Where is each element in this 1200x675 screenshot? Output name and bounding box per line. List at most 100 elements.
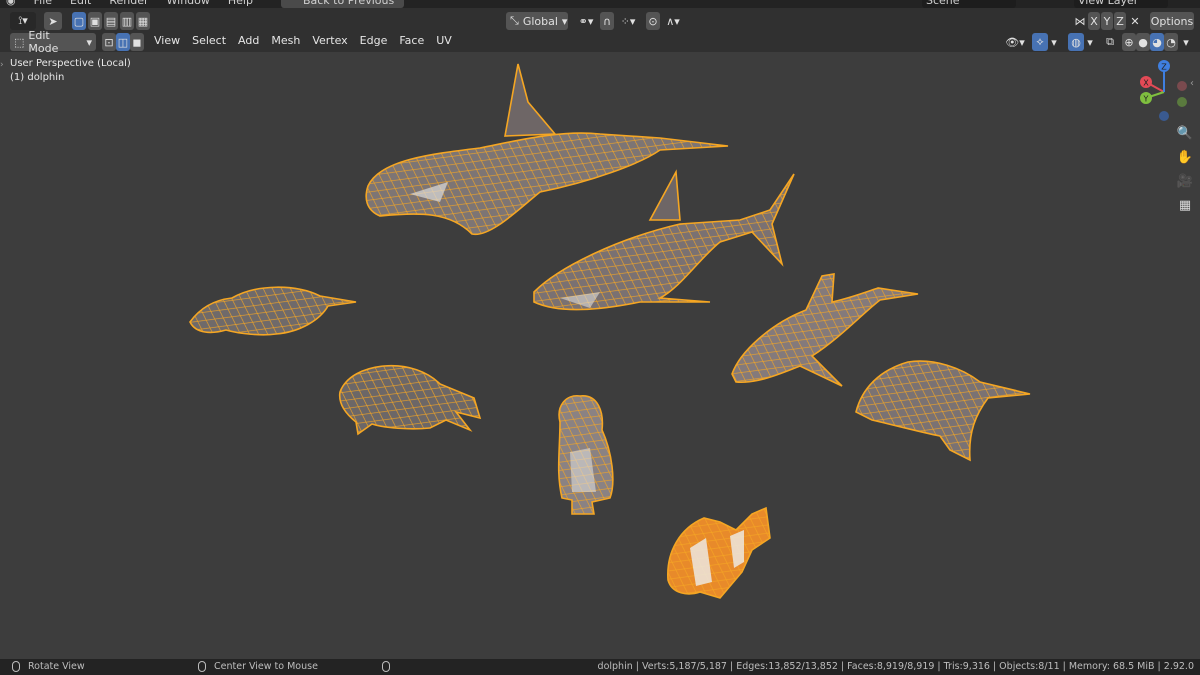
chevron-down-icon: ▾ [86, 35, 92, 49]
select-intersect-icon: ▦ [137, 14, 149, 28]
overlay-dropdown[interactable]: ▾ [1084, 33, 1096, 51]
falloff-dropdown[interactable]: ∧▾ [662, 12, 684, 30]
menu-edge[interactable]: Edge [360, 34, 388, 48]
select-extend-button[interactable]: ▣ [88, 12, 102, 30]
edit-mode-icon: ⬚ [14, 35, 25, 49]
vertex-select-mode[interactable]: ⊡ [102, 33, 116, 51]
mouse-middle-icon [198, 661, 206, 672]
view-layer-field[interactable]: View Layer [1074, 0, 1168, 8]
menu-window[interactable]: Window [167, 0, 210, 8]
mode-dropdown[interactable]: ⬚ Edit Mode ▾ [10, 29, 96, 55]
face-mode-icon: ◼ [132, 35, 142, 49]
scene-meshes [189, 63, 1031, 599]
select-subtract-icon: ▤ [105, 14, 117, 28]
mirror-options-button[interactable]: ⋈ [1072, 12, 1088, 30]
falloff-curve-icon: ∧▾ [666, 14, 680, 28]
vertex-mode-icon: ⊡ [104, 35, 114, 49]
mesh-tools-button[interactable]: ✕ [1128, 12, 1142, 30]
select-new-button[interactable]: ▢ [72, 12, 86, 30]
axis-z-label: Z [1161, 63, 1167, 72]
grid-icon: ▦ [1178, 197, 1192, 213]
mouse-left-icon [12, 661, 20, 672]
menu-mesh[interactable]: Mesh [271, 34, 300, 48]
pivot-point-dropdown[interactable]: ⚭▾ [574, 12, 598, 30]
navigation-gizmo[interactable]: X Y Z [1136, 58, 1196, 128]
select-subtract-button[interactable]: ▤ [104, 12, 118, 30]
pan-tool[interactable]: ✋ [1174, 146, 1196, 168]
chevron-down-icon: ▾ [1087, 35, 1093, 49]
seal-mesh[interactable] [855, 360, 1031, 462]
rendered-sphere-icon: ◔ [1166, 35, 1176, 49]
shading-rendered[interactable]: ◔ [1164, 33, 1178, 51]
snap-toggle[interactable]: ∩ [600, 12, 614, 30]
penguin-mesh[interactable] [557, 395, 614, 515]
mirror-y-toggle[interactable]: Y [1101, 12, 1113, 30]
transform-orientation-dropdown[interactable]: ⤡ Global ▾ [506, 12, 568, 30]
overlay-toggle[interactable]: ◍ [1068, 33, 1084, 51]
xray-icon: ⧉ [1106, 35, 1114, 48]
edge-mode-icon: ◫ [117, 35, 129, 49]
editor-type-button[interactable]: ⟟▾ [10, 12, 36, 30]
select-intersect-button[interactable]: ▦ [136, 12, 150, 30]
mirror-z-toggle[interactable]: Z [1114, 12, 1126, 30]
wrench-icon: ✕ [1130, 14, 1140, 28]
gizmo-dropdown[interactable]: ▾ [1048, 33, 1060, 51]
face-select-mode[interactable]: ◼ [130, 33, 144, 51]
select-tool-button[interactable]: ➤ [44, 12, 62, 30]
visibility-dropdown[interactable]: 👁▾ [1002, 33, 1028, 51]
menu-help[interactable]: Help [228, 0, 253, 8]
axis-editor-icon: ⟟▾ [18, 14, 28, 27]
orientation-value: Global [522, 14, 558, 28]
menu-view[interactable]: View [154, 34, 180, 48]
rotate-hint-text: Rotate View [28, 661, 85, 672]
shading-wireframe[interactable]: ⊕ [1122, 33, 1136, 51]
menu-add[interactable]: Add [238, 34, 259, 48]
gizmo-toggle[interactable]: ⟡ [1032, 33, 1048, 51]
chevron-down-icon: ▾ [1183, 35, 1189, 49]
xray-toggle[interactable]: ⧉ [1102, 33, 1118, 51]
edge-select-mode[interactable]: ◫ [116, 33, 130, 51]
back-to-previous-button[interactable]: Back to Previous [280, 0, 405, 8]
menu-uv[interactable]: UV [436, 34, 452, 48]
center-hint-text: Center View to Mouse [214, 661, 318, 672]
pivot-icon: ⚭▾ [578, 14, 594, 28]
menu-edit[interactable]: Edit [70, 0, 91, 8]
scene-field[interactable]: Scene [922, 0, 1016, 8]
select-invert-button[interactable]: ▥ [120, 12, 134, 30]
proportional-edit-toggle[interactable]: ⊙ [646, 12, 660, 30]
clownfish-mesh[interactable] [667, 506, 771, 599]
overlay-icon: ◍ [1071, 35, 1081, 49]
axis-neg-z-handle [1159, 111, 1169, 121]
options-dropdown[interactable]: Options [1150, 12, 1194, 30]
turtle-mesh[interactable] [189, 286, 357, 336]
menu-select[interactable]: Select [192, 34, 226, 48]
chevron-down-icon: ▾ [561, 14, 568, 28]
shark-mesh[interactable] [533, 169, 795, 311]
blender-logo-icon[interactable]: ◉ [6, 0, 16, 8]
menu-render[interactable]: Render [109, 0, 148, 8]
snap-target-dropdown[interactable]: ⁘▾ [616, 12, 640, 30]
zoom-tool[interactable]: 🔍 [1174, 122, 1196, 144]
menu-file[interactable]: File [34, 0, 52, 8]
viewport-header: ⟟▾ ➤ ▢ ▣ ▤ ▥ ▦ ⤡ Global ▾ ⚭▾ ∩ ⁘▾ ⊙ ∧▾ ⋈… [0, 8, 1200, 34]
3d-viewport[interactable]: User Perspective (Local) (1) dolphin › ‹ [0, 52, 1200, 659]
scene-statistics: dolphin | Verts:5,187/5,187 | Edges:13,8… [597, 661, 1194, 672]
perspective-toggle-tool[interactable]: ▦ [1174, 194, 1196, 216]
camera-view-tool[interactable]: 🎥 [1174, 170, 1196, 192]
gizmo-icon: ⟡ [1036, 35, 1044, 48]
menu-vertex[interactable]: Vertex [312, 34, 347, 48]
status-bar: Rotate View Center View to Mouse dolphin… [0, 659, 1200, 675]
shading-material[interactable]: ◕ [1150, 33, 1164, 51]
shading-dropdown[interactable]: ▾ [1180, 33, 1192, 51]
menu-face[interactable]: Face [399, 34, 424, 48]
mirror-icon: ⋈ [1074, 14, 1086, 28]
magnet-icon: ∩ [602, 14, 612, 28]
edit-menu-bar: View Select Add Mesh Vertex Edge Face UV [154, 34, 452, 48]
magnifier-icon: 🔍 [1176, 125, 1194, 141]
orientation-icon: ⤡ [510, 14, 519, 27]
mirror-x-toggle[interactable]: X [1088, 12, 1100, 30]
shading-solid[interactable]: ● [1136, 33, 1150, 51]
crab-mesh[interactable] [338, 364, 482, 436]
eye-icon: 👁▾ [1005, 35, 1025, 49]
axis-x-label: X [1143, 79, 1149, 88]
